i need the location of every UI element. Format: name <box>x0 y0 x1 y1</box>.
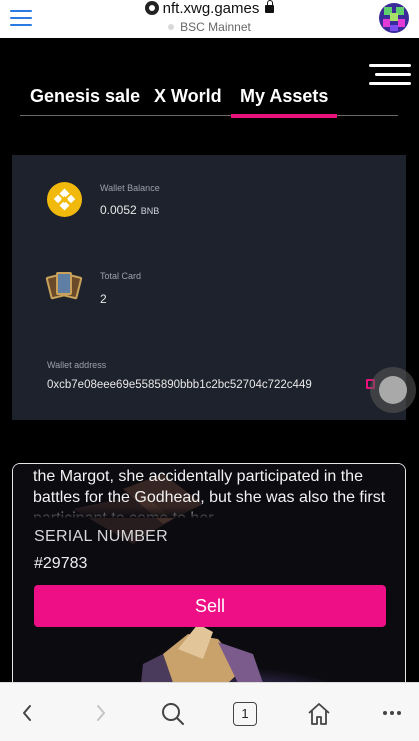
forward-icon[interactable] <box>80 683 120 741</box>
tabs-icon[interactable]: 1 <box>233 702 257 726</box>
browser-bottom-bar: 1 <box>0 682 419 741</box>
back-icon[interactable] <box>8 683 48 741</box>
tab-my-assets[interactable]: My Assets <box>230 84 338 118</box>
serial-number-label: SERIAL NUMBER <box>34 528 169 545</box>
tab-x-world[interactable]: X World <box>154 84 222 116</box>
url-text: nft.xwg.games <box>162 0 260 17</box>
wallet-address-label: Wallet address <box>47 360 107 370</box>
network-label: BSC Mainnet <box>180 20 251 34</box>
nft-card: the Margot, she accidentally participate… <box>12 463 406 682</box>
search-icon[interactable] <box>152 683 192 741</box>
avatar[interactable] <box>379 3 409 33</box>
site-icon <box>144 1 159 15</box>
total-card-label: Total Card <box>100 271 142 281</box>
more-icon[interactable] <box>372 683 412 741</box>
cards-icon <box>45 269 83 305</box>
wallet-address-value: 0xcb7e08eee69e5585890bbb1c2bc52704c722c4… <box>47 379 312 391</box>
assistive-touch-button[interactable] <box>370 367 416 413</box>
home-icon[interactable] <box>298 683 338 741</box>
network-dot-icon <box>168 24 175 30</box>
browser-top-bar: nft.xwg.games BSC Mainnet <box>0 0 419 38</box>
tab-genesis-sale[interactable]: Genesis sale <box>30 84 140 116</box>
assets-panel: Wallet Balance 0.0052 BNB Total Card 2 Wa… <box>12 155 406 420</box>
address-bar[interactable]: nft.xwg.games BSC Mainnet <box>0 0 419 34</box>
wallet-balance-amount: 0.0052 <box>100 203 137 217</box>
total-card-value: 2 <box>100 292 107 306</box>
wallet-balance-value: 0.0052 BNB <box>100 203 159 217</box>
lock-icon <box>265 0 275 13</box>
sell-button[interactable]: Sell <box>34 585 386 627</box>
serial-number-value: #29783 <box>34 555 88 572</box>
wallet-balance-unit: BNB <box>140 206 160 216</box>
bnb-icon <box>47 182 82 217</box>
main-tabs: Genesis sale X World My Assets <box>20 84 398 118</box>
nft-description: the Margot, she accidentally participate… <box>33 466 393 518</box>
wallet-balance-label: Wallet Balance <box>100 183 160 193</box>
